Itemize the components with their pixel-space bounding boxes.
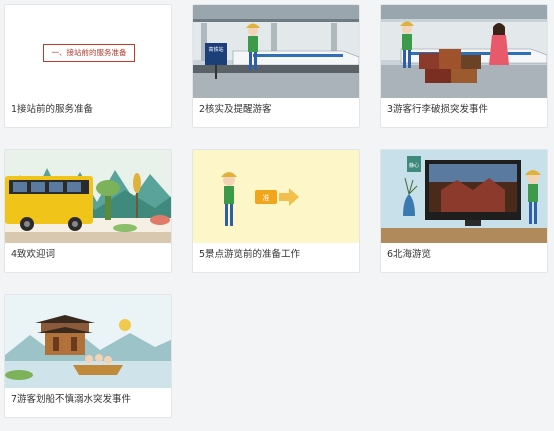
card-caption: 4致欢迎词 [11, 249, 56, 260]
thumbnail-5: 准 [193, 150, 359, 243]
video-card-1[interactable]: 一、接站前的服务准备 1接站前的服务准备 [4, 4, 172, 128]
video-card-3[interactable]: 3游客行李破损突发事件 [380, 4, 548, 128]
card-caption: 2核实及提醒游客 [199, 104, 272, 115]
prep-badge: 准 [263, 193, 270, 202]
video-card-5[interactable]: 准 5景点游览前的准备工作 [192, 149, 360, 273]
thumbnail-1: 一、接站前的服务准备 [5, 5, 171, 98]
card-caption: 1接站前的服务准备 [11, 104, 94, 115]
wall-sign: 静心 [409, 162, 419, 169]
video-card-4[interactable]: 4致欢迎词 [4, 149, 172, 273]
video-card-7[interactable]: 7游客划船不慎溺水突发事件 [4, 294, 172, 418]
thumbnail-title: 一、接站前的服务准备 [43, 44, 135, 62]
card-caption: 3游客行李破损突发事件 [387, 104, 489, 115]
video-card-2[interactable]: 高铁站 2核实及提醒游客 [192, 4, 360, 128]
video-card-6[interactable]: 静心 6北海游览 [380, 149, 548, 273]
thumbnail-7 [5, 295, 171, 388]
thumbnail-6: 静心 [381, 150, 547, 243]
station-sign: 高铁站 [208, 46, 223, 53]
thumbnail-3 [381, 5, 547, 98]
card-caption: 7游客划船不慎溺水突发事件 [11, 394, 132, 405]
thumbnail-4 [5, 150, 171, 243]
card-caption: 5景点游览前的准备工作 [199, 249, 301, 260]
thumbnail-2: 高铁站 [193, 5, 359, 98]
card-caption: 6北海游览 [387, 249, 432, 260]
